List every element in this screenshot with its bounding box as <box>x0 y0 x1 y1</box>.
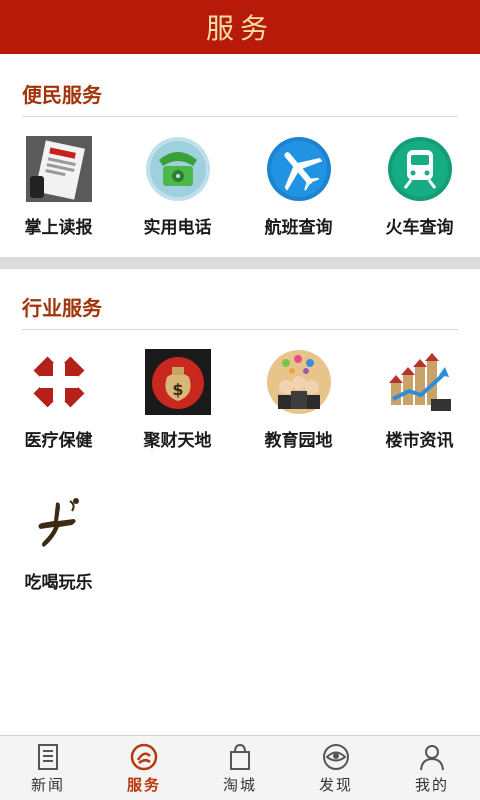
service-item-newspaper[interactable]: 掌上读报 <box>0 135 117 253</box>
service-label: 掌上读报 <box>24 218 93 238</box>
service-label: 聚财天地 <box>143 431 212 451</box>
service-item-train[interactable]: 火车查询 <box>359 135 480 253</box>
service-icon <box>130 743 158 770</box>
service-grid: 医疗保健 $ 聚财天地 教育园地 楼市资讯 吃喝玩乐 <box>0 330 480 632</box>
service-item-flight[interactable]: 航班查询 <box>238 135 359 253</box>
food-fun-icon <box>25 490 93 558</box>
tab-label: 服务 <box>126 775 161 794</box>
tab-service[interactable]: 服务 <box>96 736 192 800</box>
app-header: 服务 <box>0 0 480 54</box>
service-label: 楼市资讯 <box>385 431 454 451</box>
svg-text:$: $ <box>172 380 183 399</box>
discover-eye-icon <box>323 743 349 770</box>
tab-discover[interactable]: 发现 <box>288 736 384 800</box>
real-estate-chart-icon <box>386 348 454 416</box>
tab-label: 新闻 <box>30 775 65 794</box>
service-item-food-fun[interactable]: 吃喝玩乐 <box>0 490 117 632</box>
section-title: 行业服务 <box>22 296 102 320</box>
service-item-education[interactable]: 教育园地 <box>238 348 359 490</box>
tab-label: 我的 <box>414 775 449 794</box>
convenience-services-section: 便民服务 掌上读报 实用电话 航班查询 火车查询 <box>0 54 480 253</box>
service-label: 吃喝玩乐 <box>24 573 93 593</box>
page-title: 服务 <box>205 12 274 45</box>
service-item-finance[interactable]: $ 聚财天地 <box>117 348 238 490</box>
service-label: 航班查询 <box>264 218 333 238</box>
section-title: 便民服务 <box>22 83 102 107</box>
tab-me[interactable]: 我的 <box>384 736 480 800</box>
section-separator <box>0 257 480 269</box>
bottom-tab-bar: 新闻 服务 淘城 发现 我的 <box>0 735 480 800</box>
service-label: 实用电话 <box>143 218 212 238</box>
service-label: 火车查询 <box>385 218 454 238</box>
tab-label: 淘城 <box>222 775 257 794</box>
tab-label: 发现 <box>318 775 353 794</box>
user-icon <box>420 744 444 770</box>
train-icon <box>386 135 454 203</box>
airplane-icon <box>265 135 333 203</box>
tab-news[interactable]: 新闻 <box>0 736 96 800</box>
service-item-real-estate[interactable]: 楼市资讯 <box>359 348 480 490</box>
money-bag-icon: $ <box>144 348 212 416</box>
service-label: 教育园地 <box>264 431 333 451</box>
tab-shop[interactable]: 淘城 <box>192 736 288 800</box>
newspaper-icon <box>25 135 93 203</box>
shopping-bag-icon <box>230 743 250 770</box>
service-grid: 掌上读报 实用电话 航班查询 火车查询 <box>0 117 480 253</box>
service-item-phone[interactable]: 实用电话 <box>117 135 238 253</box>
service-label: 医疗保健 <box>24 431 93 451</box>
telephone-icon <box>144 135 212 203</box>
news-icon <box>38 743 58 770</box>
industry-services-section: 行业服务 医疗保健 $ 聚财天地 教育园地 楼市资讯 吃喝玩乐 <box>0 269 480 632</box>
education-people-icon <box>265 348 333 416</box>
medical-cross-icon <box>25 348 93 416</box>
service-item-medical[interactable]: 医疗保健 <box>0 348 117 490</box>
